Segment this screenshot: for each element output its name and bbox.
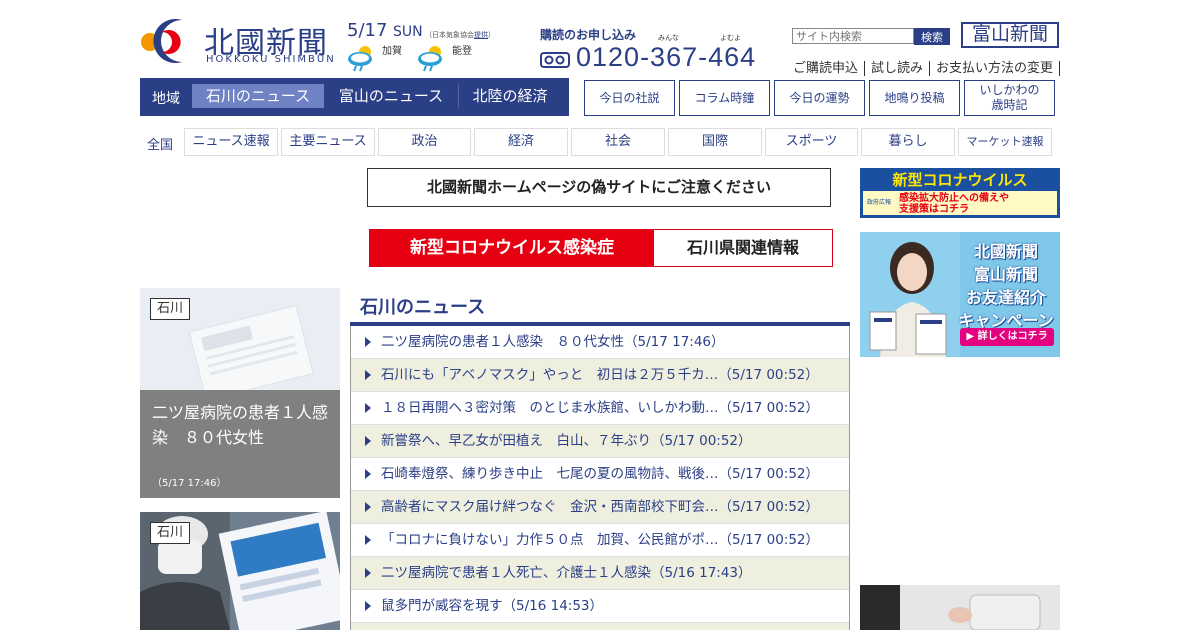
site-logo[interactable]: 北國新聞 HOKKOKU SHIMBUN — [140, 16, 340, 68]
card-title: 二ツ屋病院の患者１人感染 ８０代女性 — [152, 403, 329, 447]
logo-mark-icon — [141, 19, 182, 63]
covid-ishikawa-banner[interactable]: 新型コロナウイルス感染症 石川県関連情報 — [369, 229, 833, 267]
arrow-right-icon — [365, 337, 371, 347]
arrow-right-icon — [365, 436, 371, 446]
arrow-right-icon — [365, 370, 371, 380]
horoscope-button[interactable]: 今日の運勢 — [774, 80, 865, 116]
reader-post-button[interactable]: 地鳴り投稿 — [869, 80, 960, 116]
header-links: ご購読申込 試し読み お支払い方法の変更 — [787, 57, 1061, 76]
tab-toyama-news[interactable]: 富山のニュース — [324, 84, 458, 108]
arrow-right-icon — [365, 502, 371, 512]
cat-politics[interactable]: 政治 — [378, 128, 471, 156]
weather-location-noto[interactable]: 能登 — [452, 42, 472, 57]
region-nav: 地域 石川のニュース 富山のニュース 北陸の経済 — [140, 78, 569, 116]
arrow-right-icon — [365, 403, 371, 413]
tab-hokuriku-economy[interactable]: 北陸の経済 — [458, 84, 561, 108]
weather-widget: 5/17 SUN （日本気象協会提供） 加賀 能登 — [347, 20, 507, 72]
list-item[interactable]: 高齢者にマスク届け絆つなぐ 金沢・西南部校下町会…（5/17 00:52） — [351, 491, 849, 524]
news-list: 二ツ屋病院の患者１人感染 ８０代女性（5/17 17:46） 石川にも「アベノマ… — [350, 326, 850, 630]
arrow-right-icon — [365, 601, 371, 611]
list-item[interactable]: 石崎奉燈祭、練り歩き中止 七尾の夏の風物詩、戦後…（5/17 00:52） — [351, 458, 849, 491]
list-item-partial — [351, 623, 849, 630]
ad-person-image — [860, 232, 960, 357]
card-region-tag: 石川 — [150, 298, 191, 320]
covid-gov-ad[interactable]: 新型コロナウイルス 政府広報 感染拡大防止への備えや 支援策はコチラ — [860, 168, 1060, 218]
section-title: 石川のニュース — [360, 297, 486, 318]
ad1-title: 新型コロナウイルス — [892, 171, 1028, 189]
list-item[interactable]: 鼠多門が威容を現す（5/16 14:53） — [351, 590, 849, 623]
cat-breaking-news[interactable]: ニュース速報 — [184, 128, 278, 156]
arrow-right-icon — [365, 568, 371, 578]
covid-banner-right: 石川県関連情報 — [686, 238, 799, 257]
list-item[interactable]: 二ツ屋病院の患者１人感染 ８０代女性（5/17 17:46） — [351, 326, 849, 359]
column-jisho-button[interactable]: コラム時鐘 — [679, 80, 770, 116]
link-trial[interactable]: 試し読み — [865, 61, 931, 76]
cat-sports[interactable]: スポーツ — [765, 128, 858, 156]
weather-date: 5/17 — [347, 20, 388, 41]
weather-day: SUN — [393, 24, 423, 40]
search-button[interactable]: 検索 — [914, 28, 950, 45]
region-label: 地域 — [152, 91, 180, 107]
friend-referral-ad[interactable]: 北國新聞 富山新聞 お友達紹介 キャンペーン ▶ 詳しくはコチラ — [860, 232, 1060, 357]
list-item[interactable]: 「コロナに負けない」力作５０点 加賀、公民館がポ…（5/17 00:52） — [351, 524, 849, 557]
editorial-button[interactable]: 今日の社説 — [584, 80, 675, 116]
card-region-tag: 石川 — [150, 522, 191, 544]
weather-credit: （日本気象協会提供） — [425, 31, 495, 39]
cat-international[interactable]: 国際 — [668, 128, 762, 156]
logo-subtitle: HOKKOKU SHIMBUN — [206, 54, 336, 65]
seasonal-diary-button[interactable]: いしかわの 歳時記 — [964, 80, 1055, 116]
toyama-shimbun-button[interactable]: 富山新聞 — [961, 22, 1059, 48]
category-label: 全国 — [147, 138, 174, 153]
featured-news-card[interactable]: 石川 — [140, 512, 340, 630]
cat-market[interactable]: マーケット速報 — [958, 128, 1052, 156]
ad-photo-image — [860, 585, 1060, 630]
link-subscribe[interactable]: ご購読申込 — [787, 61, 866, 76]
list-item[interactable]: 二ツ屋病院で患者１人死亡、介護士１人感染（5/16 17:43） — [351, 557, 849, 590]
cat-main-news[interactable]: 主要ニュース — [281, 128, 375, 156]
cloud-sun-icon — [348, 46, 372, 72]
subscription-label: 購読のお申し込み — [540, 28, 637, 42]
tab-ishikawa-news[interactable]: 石川のニュース — [192, 84, 324, 108]
cat-economy[interactable]: 経済 — [474, 128, 568, 156]
cat-society[interactable]: 社会 — [571, 128, 665, 156]
weather-credit-link[interactable]: 提供 — [474, 31, 488, 39]
arrow-right-icon — [365, 535, 371, 545]
ad1-line2: 支援策はコチラ — [899, 204, 969, 215]
cloud-sun-icon — [418, 46, 442, 72]
free-dial-icon — [540, 52, 570, 68]
featured-news-card[interactable]: 石川 二ツ屋病院の患者１人感染 ８０代女性 （5/17 17:46） — [140, 288, 340, 498]
list-item[interactable]: １８日再開へ３密対策 のとじま水族館、いしかわ動…（5/17 00:52） — [351, 392, 849, 425]
weather-location-kaga[interactable]: 加賀 — [382, 42, 402, 57]
ad2-details-button[interactable]: ▶ 詳しくはコチラ — [960, 328, 1054, 346]
card-time: （5/17 17:46） — [152, 478, 227, 489]
list-item[interactable]: 新嘗祭へ、早乙女が田植え 白山、７年ぶり（5/17 00:52） — [351, 425, 849, 458]
fake-site-warning-banner[interactable]: 北國新聞ホームページの偽サイトにご注意ください — [367, 168, 831, 207]
cat-living[interactable]: 暮らし — [861, 128, 955, 156]
arrow-right-icon — [365, 469, 371, 479]
link-payment[interactable]: お支払い方法の変更 — [930, 61, 1061, 76]
list-item[interactable]: 石川にも「アベノマスク」やっと 初日は２万５千カ…（5/17 00:52） — [351, 359, 849, 392]
covid-banner-left: 新型コロナウイルス感染症 — [370, 230, 654, 266]
gov-pr-logo: 政府広報 — [867, 199, 892, 206]
search-input[interactable] — [792, 28, 914, 44]
subscription-phone[interactable]: 0120-367-464 — [576, 42, 756, 73]
ad1-line1: 感染拡大防止への備えや — [899, 193, 1009, 204]
bottom-ad-image[interactable] — [860, 585, 1060, 630]
ad2-text: 北國新聞 富山新聞 お友達紹介 キャンペーン — [958, 242, 1054, 330]
